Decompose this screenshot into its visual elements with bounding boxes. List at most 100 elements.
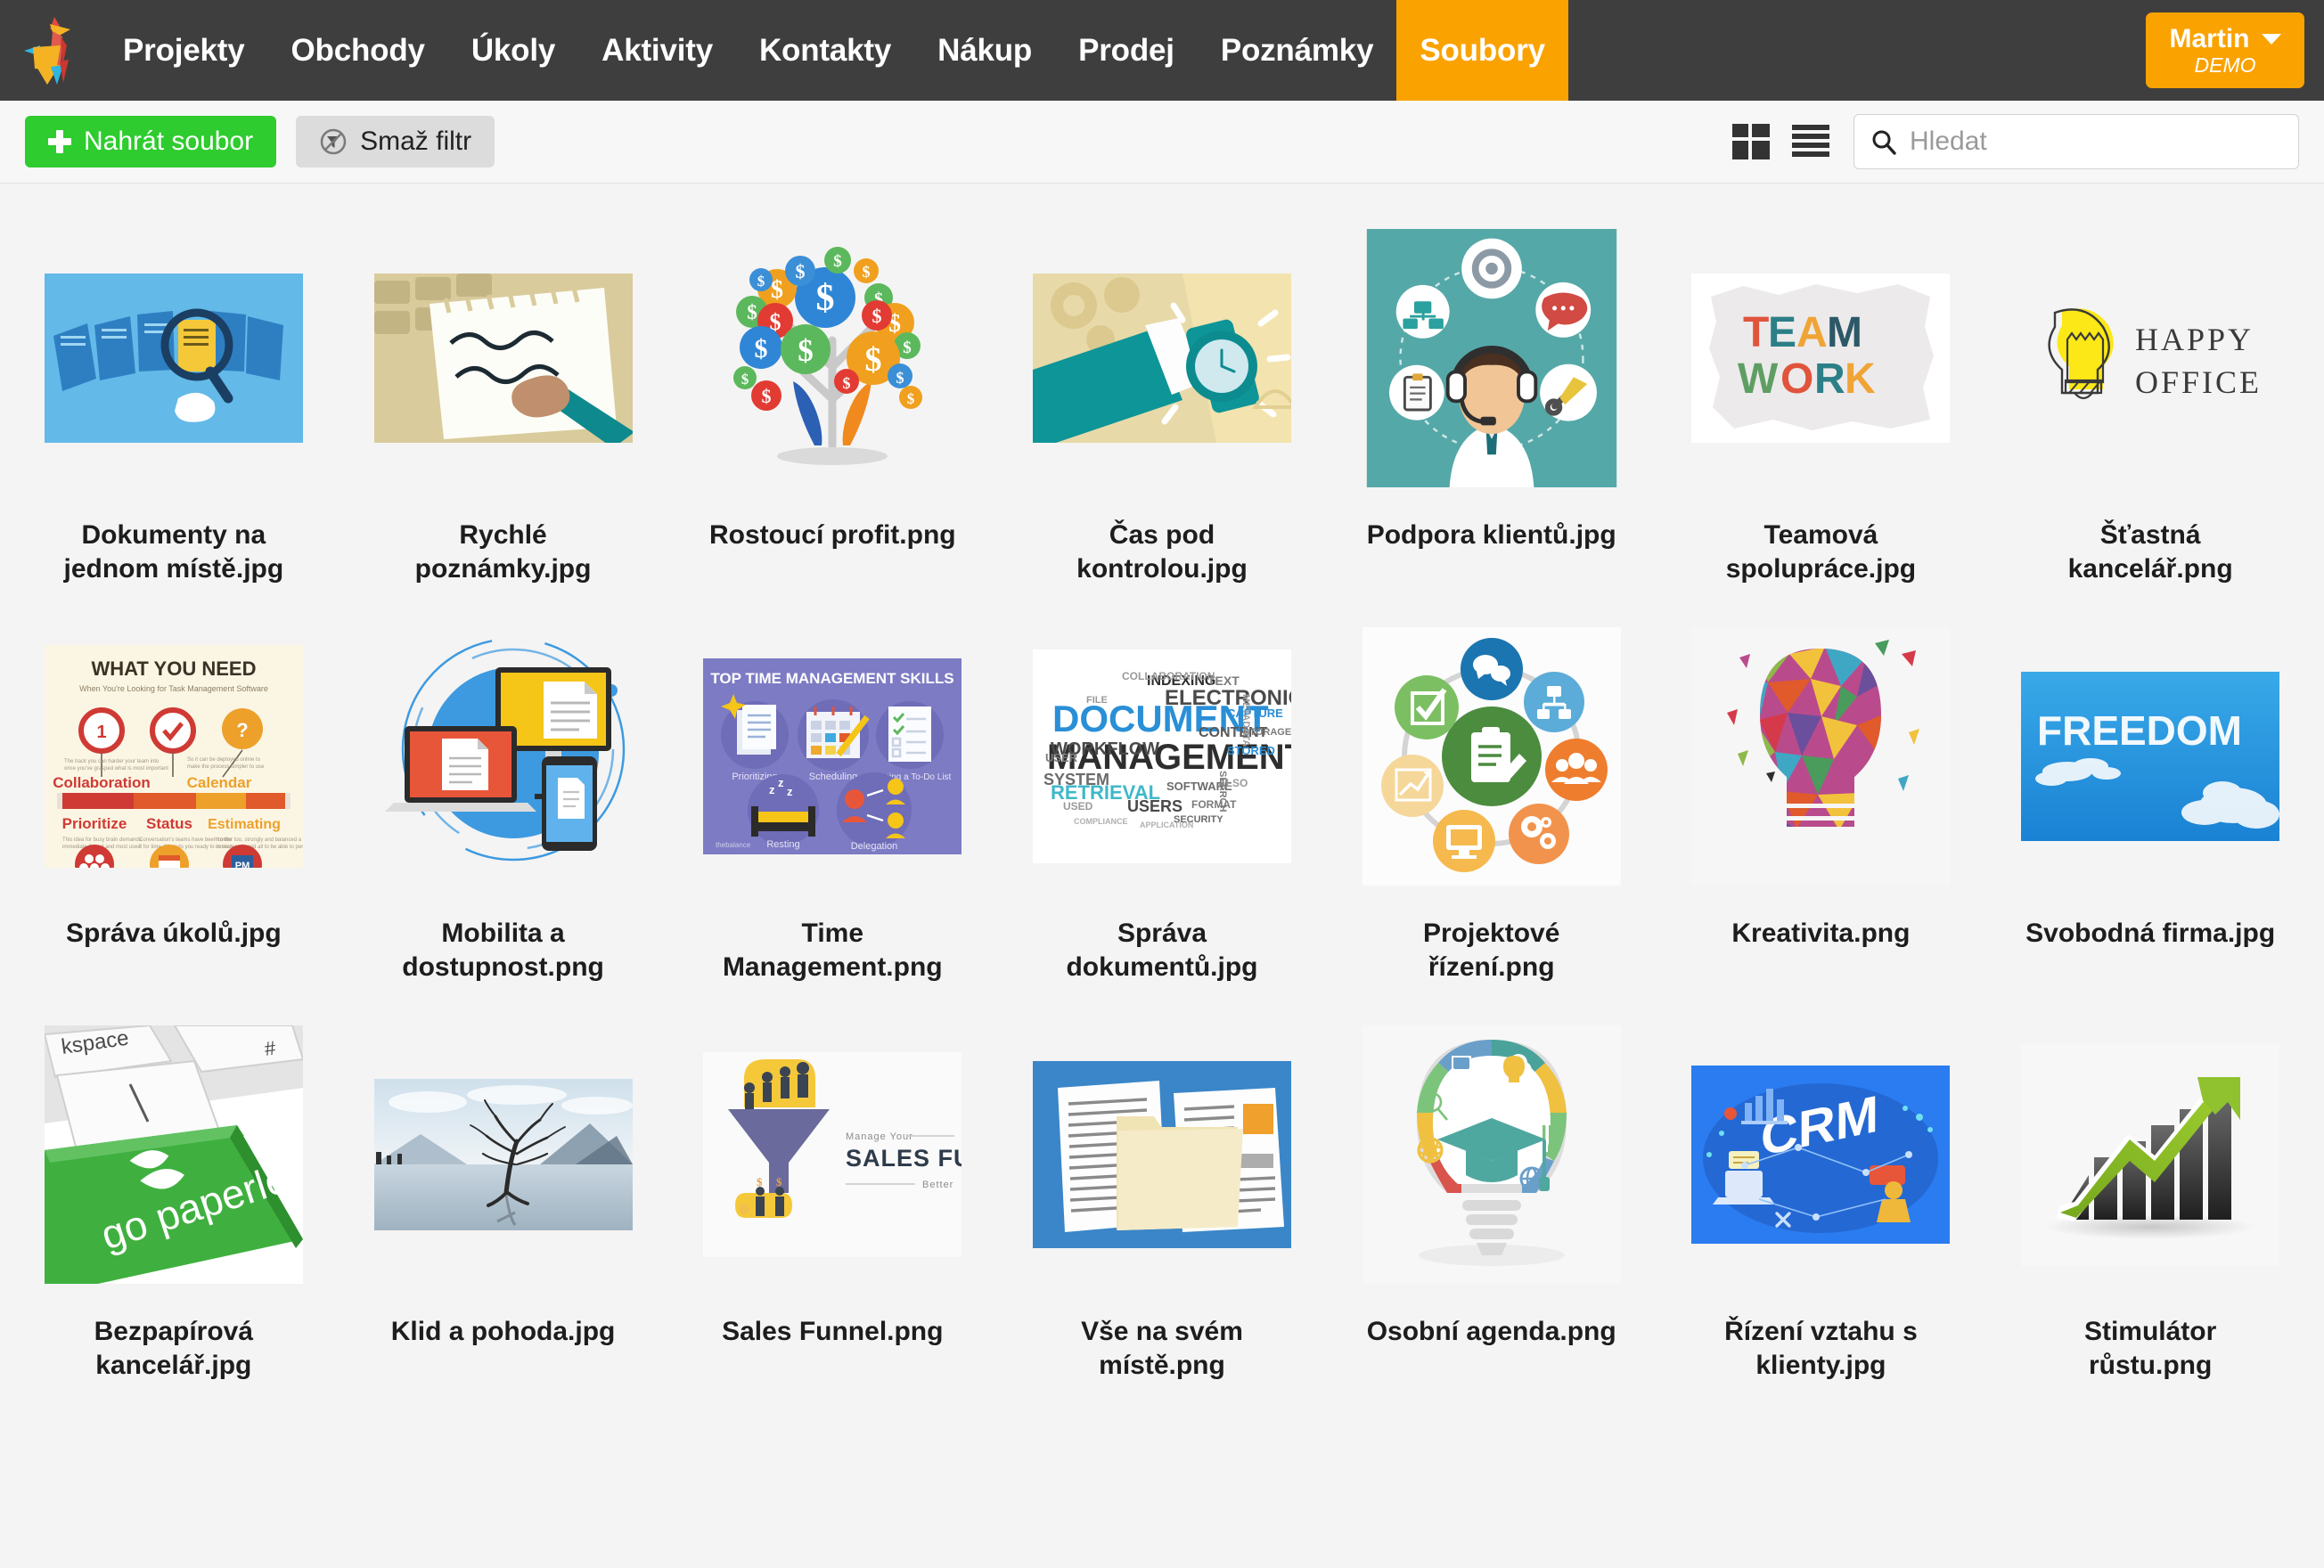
file-name: Čas pod kontrolou.jpg xyxy=(1076,520,1248,584)
svg-text:So it can be deployed online t: So it can be deployed online to xyxy=(187,757,261,763)
upload-file-button[interactable]: Nahrát soubor xyxy=(25,116,277,167)
app-logo[interactable] xyxy=(0,0,100,101)
nav-item-ukoly[interactable]: Úkoly xyxy=(448,0,578,101)
view-toggle-group xyxy=(1732,124,1829,159)
teamwork-torn-paper-thumb: TE AM WO RK xyxy=(1691,274,1951,443)
file-name: Svobodná firma.jpg xyxy=(2025,918,2276,948)
user-menu-button[interactable]: Martin DEMO xyxy=(2146,12,2304,88)
svg-text:$: $ xyxy=(796,260,806,282)
list-view-icon[interactable] xyxy=(1792,125,1829,159)
svg-text:FILE: FILE xyxy=(1086,695,1108,706)
svg-text:Scheduling: Scheduling xyxy=(809,772,857,782)
file-item[interactable]: Osobní agenda.png xyxy=(1327,1005,1657,1403)
svg-text:$: $ xyxy=(816,278,835,319)
file-item[interactable]: Rychlé poznámky.jpg xyxy=(339,208,668,607)
thumbnail-area: CRM xyxy=(1667,1021,1976,1288)
svg-text:$: $ xyxy=(757,273,765,290)
file-item[interactable]: Kreativita.png xyxy=(1657,607,1986,1005)
file-item[interactable]: CRM Řízení vztahu s klienty.jpg xyxy=(1657,1005,1986,1403)
freedom-clouds-sky-thumb: FREEDOM xyxy=(2021,671,2280,841)
clear-filter-label: Smaž filtr xyxy=(360,127,472,156)
file-name: Podpora klientů.jpg xyxy=(1366,520,1616,550)
svg-text:thebalance: thebalance xyxy=(716,841,751,849)
chevron-down-icon xyxy=(2261,33,2281,45)
file-name: Správa dokumentů.jpg xyxy=(1066,918,1258,983)
file-item[interactable]: WHAT YOU NEED When You're Looking for Ta… xyxy=(9,607,339,1005)
file-item[interactable]: Čas pod kontrolou.jpg xyxy=(997,208,1327,607)
money-tree-dollar-coins-thumb: $ $ $ $ $ $ $ $ $ $ $ $ $ $ $ $ $ $ $ $ xyxy=(708,233,958,483)
nav-item-projekty[interactable]: Projekty xyxy=(100,0,268,101)
svg-text:$: $ xyxy=(904,339,912,357)
nav-item-prodej[interactable]: Prodej xyxy=(1055,0,1198,101)
nav-item-obchody[interactable]: Obchody xyxy=(268,0,448,101)
file-item[interactable]: Projektové řízení.png xyxy=(1327,607,1657,1005)
thumbnail-area: kspace # go paperless xyxy=(20,1021,328,1288)
svg-text:$: $ xyxy=(834,252,843,271)
svg-text:USER: USER xyxy=(1045,751,1078,764)
svg-text:$: $ xyxy=(776,1175,782,1188)
thumbnail-area: WHAT YOU NEED When You're Looking for Ta… xyxy=(20,623,328,890)
svg-text:OFFICE: OFFICE xyxy=(2135,364,2262,400)
svg-text:This idea for busy brain deman: This idea for busy brain demands xyxy=(62,837,142,843)
file-item[interactable]: TE AM WO RK Teamová spolupráce.jpg xyxy=(1657,208,1986,607)
file-item[interactable]: HAPPY OFFICE Šťastná kancelář.png xyxy=(1985,208,2315,607)
file-item[interactable]: TOP TIME MANAGEMENT SKILLS Prioritizing … xyxy=(667,607,997,1005)
file-item[interactable]: Podpora klientů.jpg xyxy=(1327,208,1657,607)
file-item[interactable]: kspace # go paperless Bezpapírová kancel… xyxy=(9,1005,339,1403)
user-subtitle: DEMO xyxy=(2194,53,2256,77)
top-navbar: Projekty Obchody Úkoly Aktivity Kontakty… xyxy=(0,0,2324,101)
svg-text:When You're Looking for Task M: When You're Looking for Task Management … xyxy=(79,684,268,693)
plus-icon xyxy=(48,130,71,153)
thumbnail-area: $ $ $ $ $ $ $ $ $ $ $ $ $ $ $ $ $ $ $ $ xyxy=(678,225,986,492)
search-box[interactable] xyxy=(1853,114,2299,169)
file-item[interactable]: $ $ Manage Your SALES FUNNEL Better Sales… xyxy=(667,1005,997,1403)
file-name: Teamová spolupráce.jpg xyxy=(1725,520,1917,584)
svg-text:It order too, strongly and bal: It order too, strongly and balanced a it xyxy=(216,837,303,843)
growth-chart-arrow-thumb xyxy=(2021,1042,2280,1266)
file-item[interactable]: Klid a pohoda.jpg xyxy=(339,1005,668,1403)
search-input[interactable] xyxy=(1910,127,2282,157)
nav-item-nakup[interactable]: Nákup xyxy=(914,0,1055,101)
svg-text:1: 1 xyxy=(96,723,106,742)
thumbnail-area: HAPPY OFFICE xyxy=(1996,225,2304,492)
thumbnail-area xyxy=(1008,1021,1316,1288)
nav-item-poznamky[interactable]: Poznámky xyxy=(1198,0,1397,101)
file-name: Projektové řízení.png xyxy=(1423,918,1560,983)
file-name: Dokumenty na jednom místě.jpg xyxy=(63,520,284,584)
file-item[interactable]: Vše na svém místě.png xyxy=(997,1005,1327,1403)
file-name: Vše na svém místě.png xyxy=(1081,1316,1243,1380)
file-item[interactable]: DOCUMENT MANAGEMENT WORKFLOW SYSTEM RETR… xyxy=(997,607,1327,1005)
file-name: Mobilita a dostupnost.png xyxy=(402,918,604,983)
file-item[interactable]: $ $ $ $ $ $ $ $ $ $ $ $ $ $ $ $ $ $ $ $ … xyxy=(667,208,997,607)
svg-text:make the process simpler to us: make the process simpler to use xyxy=(187,764,265,770)
svg-text:A: A xyxy=(1796,309,1828,356)
wristwatch-time-thumb xyxy=(1032,274,1291,443)
nav-item-soubory[interactable]: Soubory xyxy=(1396,0,1568,101)
happy-office-lightbulb-thumb: HAPPY OFFICE xyxy=(2021,300,2280,416)
nav-items: Projekty Obchody Úkoly Aktivity Kontakty… xyxy=(100,0,1568,101)
nav-item-kontakty[interactable]: Kontakty xyxy=(736,0,914,101)
go-paperless-key-thumb: kspace # go paperless xyxy=(44,1025,303,1284)
file-item[interactable]: Stimulátor růstu.png xyxy=(1985,1005,2315,1403)
svg-text:W: W xyxy=(1738,355,1779,403)
nav-item-aktivity[interactable]: Aktivity xyxy=(578,0,736,101)
svg-text:$: $ xyxy=(757,1175,763,1188)
svg-text:O: O xyxy=(1780,355,1813,403)
svg-text:COMPLIANCE: COMPLIANCE xyxy=(1074,817,1128,826)
svg-text:$: $ xyxy=(896,369,904,387)
file-item[interactable]: FREEDOM Svobodná firma.jpg xyxy=(1985,607,2315,1005)
clear-filter-button[interactable]: Smaž filtr xyxy=(296,116,495,167)
file-item[interactable]: Dokumenty na jednom místě.jpg xyxy=(9,208,339,607)
what-you-need-infographic-thumb: WHAT YOU NEED When You're Looking for Ta… xyxy=(44,644,303,868)
file-name: Bezpapírová kancelář.jpg xyxy=(94,1316,254,1380)
file-item[interactable]: Mobilita a dostupnost.png xyxy=(339,607,668,1005)
svg-text:K: K xyxy=(1845,355,1876,403)
file-name: Kreativita.png xyxy=(1731,918,1911,948)
thumbnail-area: FREEDOM xyxy=(1996,623,2304,890)
project-management-circle-thumb xyxy=(1362,626,1621,886)
grid-view-icon[interactable] xyxy=(1732,124,1770,159)
colorful-mosaic-lightbulb-thumb xyxy=(1691,626,1951,886)
svg-text:M: M xyxy=(1827,309,1862,356)
svg-text:R: R xyxy=(1814,355,1845,403)
svg-text:PM: PM xyxy=(235,861,250,868)
